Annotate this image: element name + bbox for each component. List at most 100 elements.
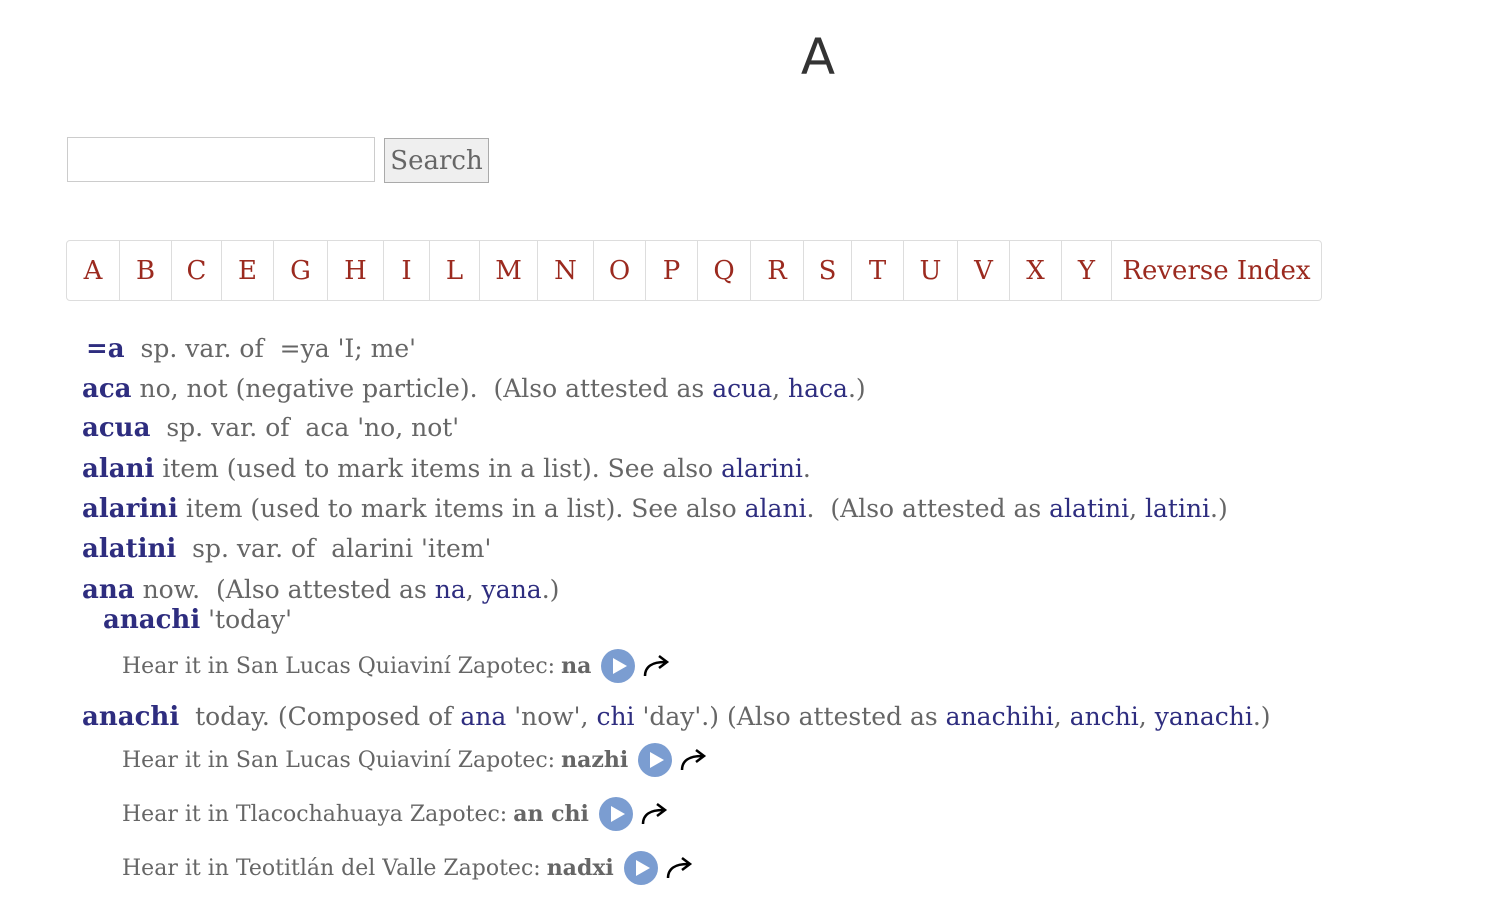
nav-letter-x[interactable]: X [1009,241,1061,300]
entry-variant-ref: aca [305,413,350,442]
entry-row: aca no, not (negative particle). (Also a… [82,374,866,404]
entry-close: .) [1252,702,1271,731]
entry-definition: no, not (negative particle). [139,374,478,403]
nav-letter-t[interactable]: T [851,241,903,300]
entry-headword[interactable]: anachi [82,702,179,732]
audio-row: Hear it in San Lucas Quiaviní Zapotec: n… [122,743,710,777]
entry-headword[interactable]: acua [82,413,150,443]
audio-word: na [561,653,592,679]
entry-separator: , [465,575,474,604]
entry-separator: , [1138,702,1147,731]
entry-gloss: 'now', [514,702,589,731]
entry-link[interactable]: chi [596,702,634,731]
entry-also-label: (Also attested as [493,374,705,403]
audio-label: Hear it in Teotitlán del Valle Zapotec: [122,855,541,881]
audio-word: an chi [513,801,589,827]
share-arrow-icon[interactable] [664,854,696,882]
entry-link[interactable]: ana [460,702,506,731]
entry-link[interactable]: yana [482,575,542,604]
play-icon[interactable] [623,851,658,885]
share-arrow-icon[interactable] [678,746,710,774]
nav-letter-i[interactable]: I [383,241,429,300]
entry-close: . [802,454,811,483]
page-title: A [800,28,836,86]
entry-definition: item (used to mark items in a list). See… [162,454,714,483]
entry-dot: . [806,494,815,523]
entry-link[interactable]: na [435,575,466,604]
entry-row: =a sp. var. of =ya 'I; me' [86,334,416,364]
subentry-row: anachi 'today' [103,605,292,635]
nav-letter-u[interactable]: U [903,241,957,300]
nav-letter-p[interactable]: P [645,241,697,300]
entry-link[interactable]: yanachi [1155,702,1253,731]
entry-link[interactable]: acua [712,374,772,403]
audio-label: Hear it in San Lucas Quiaviní Zapotec: [122,747,556,773]
entry-close: .) [1210,494,1228,523]
entry-definition: item (used to mark items in a list). See… [185,494,737,523]
entry-headword[interactable]: alani [82,454,154,484]
audio-word: nazhi [561,747,629,773]
entry-variant-ref: alarini [331,534,414,563]
entry-headword[interactable]: anachi [103,605,200,635]
nav-reverse-index[interactable]: Reverse Index [1111,241,1321,300]
entry-gloss: 'today' [208,605,293,634]
audio-row: Hear it in Teotitlán del Valle Zapotec: … [122,851,696,885]
entry-variant-label: sp. var. of [140,334,264,363]
entry-row: alatini sp. var. of alarini 'item' [82,534,491,564]
entry-gloss: 'day'.) [642,702,719,731]
entry-link[interactable]: latini [1145,494,1210,523]
entry-gloss: 'I; me' [337,334,417,363]
audio-word: nadxi [546,855,614,881]
entry-definition: today. (Composed of [195,702,453,731]
entry-link[interactable]: haca [788,374,848,403]
entry-row: anachi today. (Composed of ana 'now', ch… [82,702,1271,732]
nav-letter-g[interactable]: G [273,241,327,300]
entry-separator: , [1129,494,1138,523]
entry-headword[interactable]: alarini [82,494,178,524]
nav-letter-m[interactable]: M [479,241,537,300]
share-arrow-icon[interactable] [641,652,673,680]
audio-row: Hear it in San Lucas Quiaviní Zapotec: n… [122,649,673,683]
nav-letter-a[interactable]: A [67,241,119,300]
entry-headword[interactable]: aca [82,374,132,404]
audio-row: Hear it in Tlacochahuaya Zapotec: an chi [122,797,671,831]
nav-letter-e[interactable]: E [221,241,273,300]
entry-separator: , [772,374,781,403]
nav-letter-v[interactable]: V [957,241,1009,300]
search-button[interactable]: Search [384,138,489,183]
share-arrow-icon[interactable] [639,800,671,828]
play-icon[interactable] [601,649,636,683]
entry-headword[interactable]: alatini [82,534,176,564]
entry-headword[interactable]: =a [86,334,125,364]
nav-letter-s[interactable]: S [803,241,851,300]
entry-link[interactable]: anachihi [946,702,1054,731]
nav-letter-o[interactable]: O [593,241,645,300]
nav-letter-l[interactable]: L [429,241,479,300]
nav-letter-n[interactable]: N [537,241,593,300]
entry-headword[interactable]: ana [82,575,135,605]
search-input[interactable] [67,137,375,182]
nav-letter-r[interactable]: R [750,241,803,300]
entry-gloss: 'no, not' [357,413,460,442]
nav-letter-y[interactable]: Y [1061,241,1111,300]
entry-row: alani item (used to mark items in a list… [82,454,811,484]
entry-row: alarini item (used to mark items in a li… [82,494,1228,524]
entry-variant-label: sp. var. of [166,413,290,442]
entry-row: acua sp. var. of aca 'no, not' [82,413,459,443]
nav-letter-q[interactable]: Q [697,241,750,300]
nav-letter-b[interactable]: B [119,241,171,300]
entry-link[interactable]: alarini [721,454,803,483]
entry-link[interactable]: alatini [1049,494,1129,523]
entry-also-label: (Also attested as [726,702,938,731]
entry-definition: now. [142,575,201,604]
play-icon[interactable] [598,797,633,831]
play-icon[interactable] [638,743,673,777]
entry-variant-label: sp. var. of [192,534,316,563]
entry-also-label: (Also attested as [216,575,427,604]
audio-label: Hear it in Tlacochahuaya Zapotec: [122,801,508,827]
nav-letter-c[interactable]: C [171,241,221,300]
entry-variant-ref: =ya [279,334,330,363]
entry-link[interactable]: alani [745,494,807,523]
entry-link[interactable]: anchi [1070,702,1139,731]
nav-letter-h[interactable]: H [327,241,383,300]
